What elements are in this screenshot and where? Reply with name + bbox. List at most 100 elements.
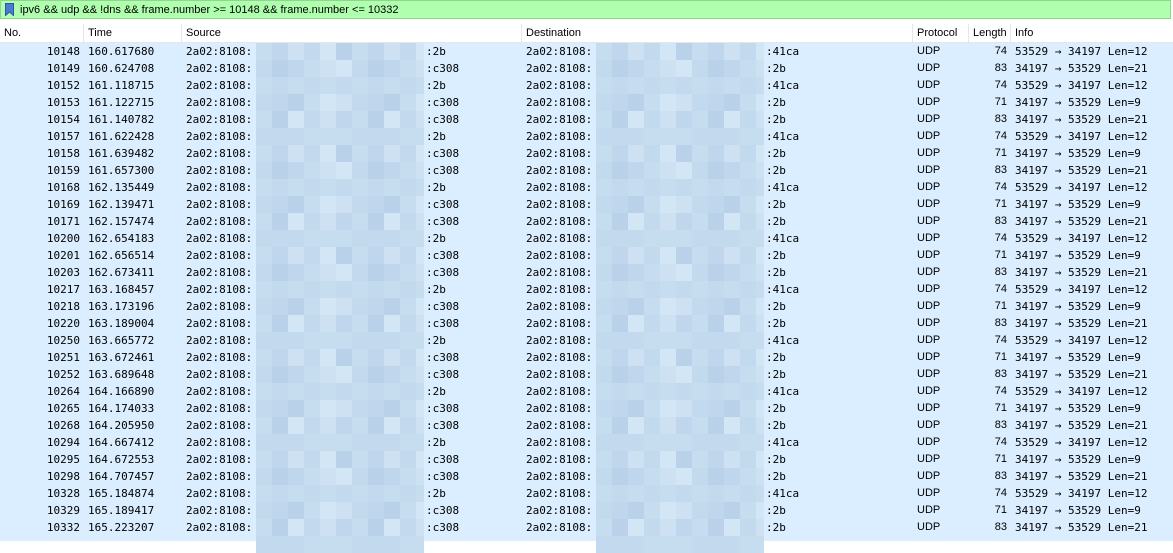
packet-time: 160.624708: [88, 62, 155, 75]
packet-destination-suffix: :2b: [766, 470, 786, 483]
packet-destination-suffix: :41ca: [766, 283, 800, 296]
packet-row[interactable]: 10152 161.118715 2a02:8108::2b 2a02:8108::4…: [0, 77, 1173, 94]
column-header-info[interactable]: Info: [1011, 24, 1173, 43]
packet-info: 34197 → 53529 Len=9: [1015, 249, 1141, 262]
packet-row[interactable]: 10203 162.673411 2a02:8108::c308 2a02:8108:…: [0, 264, 1173, 281]
packet-source-prefix: 2a02:8108:: [186, 283, 253, 296]
packet-protocol: UDP: [917, 385, 941, 397]
packet-destination-suffix: :41ca: [766, 334, 800, 347]
packet-destination-suffix: :2b: [766, 368, 786, 381]
packet-destination-suffix: :41ca: [766, 232, 800, 245]
packet-source-suffix: :2b: [426, 334, 446, 347]
packet-info: 34197 → 53529 Len=21: [1015, 317, 1148, 330]
packet-source-prefix: 2a02:8108:: [186, 232, 253, 245]
packet-protocol: UDP: [917, 249, 941, 261]
packet-length: 74: [994, 45, 1007, 57]
packet-row[interactable]: 10157 161.622428 2a02:8108::2b 2a02:8108::4…: [0, 128, 1173, 145]
packet-destination-suffix: :41ca: [766, 45, 800, 58]
packet-list: 10148 160.617680 2a02:8108::2b 2a02:8108::4…: [0, 43, 1173, 553]
display-filter-bar[interactable]: ipv6 && udp && !dns && frame.number >= 1…: [0, 0, 1171, 19]
column-header-no[interactable]: No.: [0, 24, 84, 43]
column-header-destination[interactable]: Destination: [522, 24, 913, 43]
packet-info: 34197 → 53529 Len=9: [1015, 300, 1141, 313]
packet-no: 10251: [46, 351, 80, 364]
packet-row[interactable]: 10295 164.672553 2a02:8108::c308 2a02:8108:…: [0, 451, 1173, 468]
packet-protocol: UDP: [917, 300, 941, 312]
packet-row[interactable]: 10218 163.173196 2a02:8108::c308 2a02:8108:…: [0, 298, 1173, 315]
packet-destination-prefix: 2a02:8108:: [526, 419, 593, 432]
packet-time: 163.672461: [88, 351, 155, 364]
packet-row[interactable]: 10169 162.139471 2a02:8108::c308 2a02:8108:…: [0, 196, 1173, 213]
packet-row[interactable]: 10220 163.189004 2a02:8108::c308 2a02:8108:…: [0, 315, 1173, 332]
packet-row[interactable]: 10250 163.665772 2a02:8108::2b 2a02:8108::4…: [0, 332, 1173, 349]
packet-source-suffix: :c308: [426, 266, 460, 279]
packet-no: 10252: [46, 368, 80, 381]
packet-source-suffix: :2b: [426, 79, 446, 92]
packet-row[interactable]: 10153 161.122715 2a02:8108::c308 2a02:8108:…: [0, 94, 1173, 111]
packet-row[interactable]: 10265 164.174033 2a02:8108::c308 2a02:8108:…: [0, 400, 1173, 417]
packet-row[interactable]: 10294 164.667412 2a02:8108::2b 2a02:8108::4…: [0, 434, 1173, 451]
packet-row[interactable]: 10149 160.624708 2a02:8108::c308 2a02:8108:…: [0, 60, 1173, 77]
column-header-time[interactable]: Time: [84, 24, 182, 43]
packet-row[interactable]: 10268 164.205950 2a02:8108::c308 2a02:8108:…: [0, 417, 1173, 434]
packet-row[interactable]: 10217 163.168457 2a02:8108::2b 2a02:8108::4…: [0, 281, 1173, 298]
packet-row[interactable]: 10148 160.617680 2a02:8108::2b 2a02:8108::4…: [0, 43, 1173, 60]
packet-source-suffix: :c308: [426, 453, 460, 466]
packet-source-suffix: :2b: [426, 181, 446, 194]
packet-destination-prefix: 2a02:8108:: [526, 181, 593, 194]
packet-time: 163.168457: [88, 283, 155, 296]
packet-list-header: No. Time Source Destination Protocol Len…: [0, 24, 1173, 43]
column-header-protocol[interactable]: Protocol: [913, 24, 969, 43]
packet-row[interactable]: 10168 162.135449 2a02:8108::2b 2a02:8108::4…: [0, 179, 1173, 196]
packet-length: 74: [994, 181, 1007, 193]
packet-info: 53529 → 34197 Len=12: [1015, 181, 1148, 194]
packet-row[interactable]: 10154 161.140782 2a02:8108::c308 2a02:8108:…: [0, 111, 1173, 128]
packet-destination-suffix: :2b: [766, 164, 786, 177]
packet-source-prefix: 2a02:8108:: [186, 521, 253, 534]
packet-row[interactable]: 10171 162.157474 2a02:8108::c308 2a02:8108:…: [0, 213, 1173, 230]
packet-no: 10268: [46, 419, 80, 432]
packet-row[interactable]: 10158 161.639482 2a02:8108::c308 2a02:8108:…: [0, 145, 1173, 162]
bookmark-icon[interactable]: [2, 1, 16, 18]
packet-protocol: UDP: [917, 62, 941, 74]
packet-row[interactable]: 10328 165.184874 2a02:8108::2b 2a02:8108::4…: [0, 485, 1173, 502]
packet-time: 163.689648: [88, 368, 155, 381]
packet-row[interactable]: 10329 165.189417 2a02:8108::c308 2a02:8108:…: [0, 502, 1173, 519]
packet-no: 10171: [46, 215, 80, 228]
source-redaction: [256, 43, 424, 553]
column-header-source[interactable]: Source: [182, 24, 522, 43]
packet-row[interactable]: 10200 162.654183 2a02:8108::2b 2a02:8108::4…: [0, 230, 1173, 247]
packet-length: 74: [994, 487, 1007, 499]
packet-no: 10294: [46, 436, 80, 449]
column-header-length[interactable]: Length: [969, 24, 1011, 43]
packet-time: 161.622428: [88, 130, 155, 143]
packet-destination-prefix: 2a02:8108:: [526, 79, 593, 92]
packet-no: 10250: [46, 334, 80, 347]
packet-row[interactable]: 10264 164.166890 2a02:8108::2b 2a02:8108::4…: [0, 383, 1173, 400]
packet-row[interactable]: 10332 165.223207 2a02:8108::c308 2a02:8108:…: [0, 519, 1173, 536]
packet-protocol: UDP: [917, 436, 941, 448]
packet-row[interactable]: 10251 163.672461 2a02:8108::c308 2a02:8108:…: [0, 349, 1173, 366]
packet-destination-suffix: :41ca: [766, 130, 800, 143]
packet-info: 53529 → 34197 Len=12: [1015, 130, 1148, 143]
packet-source-suffix: :c308: [426, 215, 460, 228]
packet-row[interactable]: 10201 162.656514 2a02:8108::c308 2a02:8108:…: [0, 247, 1173, 264]
packet-time: 163.665772: [88, 334, 155, 347]
packet-destination-prefix: 2a02:8108:: [526, 62, 593, 75]
packet-source-suffix: :c308: [426, 249, 460, 262]
packet-row[interactable]: 10159 161.657300 2a02:8108::c308 2a02:8108:…: [0, 162, 1173, 179]
packet-source-prefix: 2a02:8108:: [186, 164, 253, 177]
packet-row[interactable]: 10252 163.689648 2a02:8108::c308 2a02:8108:…: [0, 366, 1173, 383]
packet-info: 34197 → 53529 Len=21: [1015, 164, 1148, 177]
display-filter-input[interactable]: ipv6 && udp && !dns && frame.number >= 1…: [20, 4, 399, 16]
packet-row[interactable]: 10298 164.707457 2a02:8108::c308 2a02:8108:…: [0, 468, 1173, 485]
packet-source-suffix: :c308: [426, 521, 460, 534]
packet-time: 163.173196: [88, 300, 155, 313]
packet-destination-suffix: :2b: [766, 147, 786, 160]
packet-no: 10218: [46, 300, 80, 313]
packet-info: 53529 → 34197 Len=12: [1015, 436, 1148, 449]
packet-length: 83: [994, 266, 1007, 278]
packet-info: 34197 → 53529 Len=9: [1015, 453, 1141, 466]
packet-info: 53529 → 34197 Len=12: [1015, 232, 1148, 245]
packet-no: 10329: [46, 504, 80, 517]
